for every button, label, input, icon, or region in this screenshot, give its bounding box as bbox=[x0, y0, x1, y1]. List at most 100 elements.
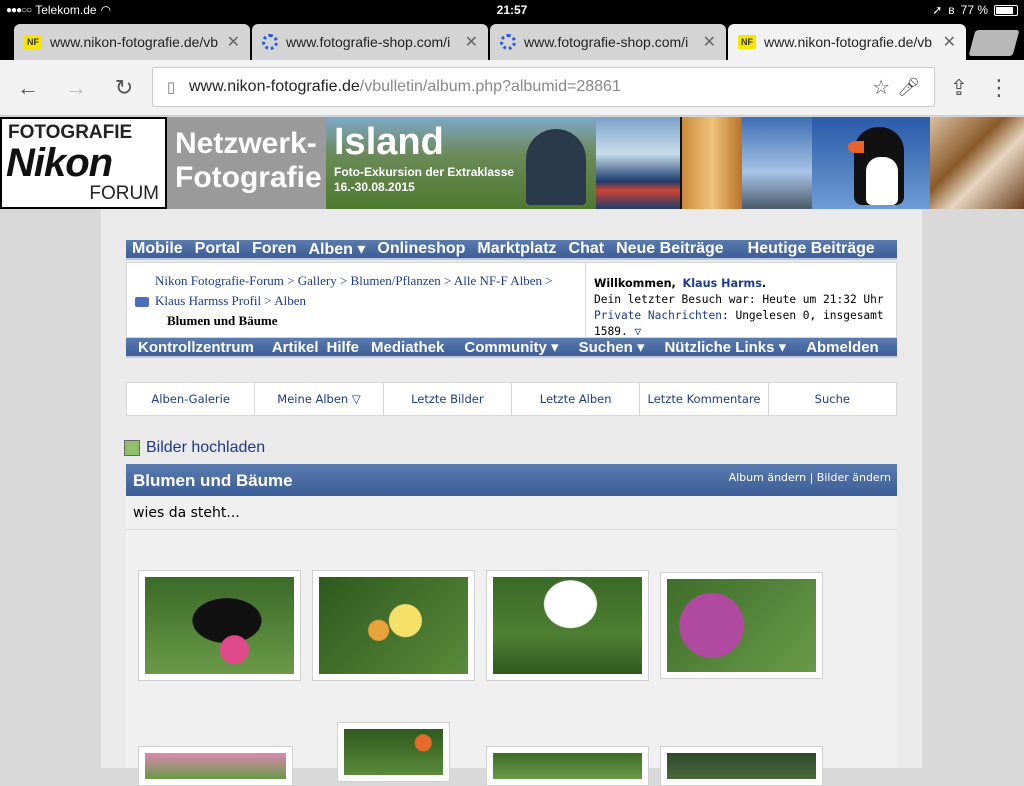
netzwerk-banner[interactable]: Netzwerk- Fotografie bbox=[167, 117, 326, 209]
tab-title: www.fotografie-shop.com/i bbox=[286, 34, 451, 50]
church-photo bbox=[682, 117, 742, 209]
nav-mediathek[interactable]: Mediathek bbox=[371, 339, 444, 356]
tab-meine-alben[interactable]: Meine Alben ▽ bbox=[255, 383, 384, 415]
close-tab-icon[interactable]: ✕ bbox=[465, 32, 478, 52]
island-ad[interactable]: Island Foto-Exkursion der Extraklasse 16… bbox=[326, 117, 596, 209]
nav-chat[interactable]: Chat bbox=[569, 240, 605, 258]
photo-gallery bbox=[126, 530, 897, 786]
address-bar[interactable]: ▯ www.nikon-fotografie.de /vbulletin/alb… bbox=[152, 67, 935, 107]
upload-image-icon bbox=[124, 440, 140, 456]
username-link[interactable]: Klaus Harms bbox=[683, 277, 762, 290]
welcome-greeting: Willkommen, bbox=[594, 277, 676, 290]
loading-favicon-icon bbox=[500, 34, 516, 50]
island-sub2: 16.-30.08.2015 bbox=[334, 180, 415, 194]
site-banner[interactable]: FOTOGRAFIE Nikon FORUM Netzwerk- Fotogra… bbox=[0, 117, 1024, 209]
nav-community[interactable]: Community ▾ bbox=[464, 338, 558, 356]
logo-text-main: Nikon bbox=[6, 141, 113, 185]
nav-abmelden[interactable]: Abmelden bbox=[806, 339, 879, 356]
clock: 21:57 bbox=[496, 3, 528, 17]
browser-tab[interactable]: www.fotografie-shop.com/i ✕ bbox=[490, 24, 726, 60]
secondary-nav: Kontrollzentrum Artikel Hilfe Mediathek … bbox=[126, 338, 897, 358]
browser-tab-active[interactable]: NF www.nikon-fotografie.de/vb ✕ bbox=[728, 24, 966, 60]
close-tab-icon[interactable]: ✕ bbox=[227, 32, 240, 52]
tab-letzte-kommentare[interactable]: Letzte Kommentare bbox=[640, 383, 769, 415]
nav-artikel[interactable]: Artikel bbox=[272, 339, 319, 356]
album-title: Blumen und Bäume bbox=[133, 471, 293, 490]
nav-foren[interactable]: Foren bbox=[252, 240, 296, 258]
browser-tab[interactable]: NF www.nikon-fotografie.de/vb ✕ bbox=[14, 24, 250, 60]
tab-alben-galerie[interactable]: Alben-Galerie bbox=[127, 383, 256, 415]
private-messages-link[interactable]: Private Nachrichten bbox=[594, 309, 722, 322]
url-path: /vbulletin/album.php?albumid=28861 bbox=[359, 78, 621, 95]
nf-favicon-icon: NF bbox=[738, 35, 756, 49]
nav-suchen[interactable]: Suchen ▾ bbox=[579, 338, 645, 356]
netz-line1: Netzwerk- bbox=[175, 127, 317, 160]
close-tab-icon[interactable]: ✕ bbox=[703, 32, 716, 52]
nav-neue-beitraege[interactable]: Neue Beiträge bbox=[616, 240, 724, 258]
nav-heutige-beitraege[interactable]: Heutige Beiträge bbox=[748, 240, 875, 258]
welcome-panel: Willkommen, Klaus Harms. Dein letzter Be… bbox=[585, 263, 897, 338]
netz-line2: Fotografie bbox=[175, 161, 322, 194]
island-sub1: Foto-Exkursion der Extraklasse bbox=[334, 165, 515, 179]
reload-icon[interactable]: ↻ bbox=[111, 76, 137, 100]
breadcrumb-profile[interactable]: Klaus Harmss Profil > Alben bbox=[155, 293, 306, 308]
forward-icon[interactable]: → bbox=[63, 76, 89, 100]
breadcrumb-profile-row: Klaus Harmss Profil > Alben bbox=[135, 291, 567, 311]
album-description: wies da steht... bbox=[126, 496, 897, 530]
browser-tab[interactable]: www.fotografie-shop.com/i ✕ bbox=[252, 24, 488, 60]
logo-text-bottom: FORUM bbox=[89, 183, 159, 204]
album-header: Blumen und Bäume Album ändern | Bilder ä… bbox=[126, 464, 897, 496]
photo-thumbnail[interactable] bbox=[337, 722, 450, 782]
tab-letzte-bilder[interactable]: Letzte Bilder bbox=[384, 383, 512, 415]
close-tab-icon[interactable]: ✕ bbox=[943, 32, 956, 52]
nav-hilfe[interactable]: Hilfe bbox=[327, 339, 360, 356]
back-icon[interactable]: ← bbox=[15, 76, 41, 100]
browser-toolbar: ← → ↻ ▯ www.nikon-fotografie.de /vbullet… bbox=[0, 60, 1024, 116]
nf-favicon-icon: NF bbox=[24, 35, 42, 49]
page-icon: ▯ bbox=[166, 79, 176, 96]
nav-portal[interactable]: Portal bbox=[195, 240, 240, 258]
folder-icon bbox=[135, 297, 149, 308]
photo-thumbnail[interactable] bbox=[138, 746, 293, 786]
upload-link[interactable]: Bilder hochladen bbox=[124, 439, 265, 457]
last-visit: Dein letzter Besuch war: Heute um 21:32 … bbox=[594, 293, 884, 306]
location-icon: ➚ bbox=[932, 3, 943, 17]
photo-thumbnail[interactable] bbox=[486, 570, 649, 681]
main-nav: Mobile Portal Foren Alben ▾ Onlineshop M… bbox=[126, 240, 897, 260]
nav-alben[interactable]: Alben ▾ bbox=[308, 239, 365, 259]
tab-suche[interactable]: Suche bbox=[769, 383, 896, 415]
site-logo[interactable]: FOTOGRAFIE Nikon FORUM bbox=[0, 117, 167, 209]
photo-thumbnail[interactable] bbox=[312, 570, 475, 681]
carrier-label: Telekom.de bbox=[35, 3, 97, 17]
nav-marktplatz[interactable]: Marktplatz bbox=[477, 240, 556, 258]
bluetooth-icon: ʙ bbox=[948, 3, 955, 17]
menu-icon[interactable]: ⋮ bbox=[986, 76, 1012, 100]
photo-thumbnail[interactable] bbox=[660, 572, 823, 679]
battery-icon bbox=[994, 4, 1018, 16]
tab-title: www.fotografie-shop.com/i bbox=[524, 34, 689, 50]
island-title: Island bbox=[334, 121, 444, 163]
nav-nuetzliche-links[interactable]: Nützliche Links ▾ bbox=[664, 338, 786, 356]
signal-icon: ●●●○○ bbox=[6, 4, 32, 16]
album-edit-links[interactable]: Album ändern | Bilder ändern bbox=[729, 471, 891, 484]
nav-kontrollzentrum[interactable]: Kontrollzentrum bbox=[138, 339, 254, 356]
microphone-icon[interactable]: 🎤︎ bbox=[897, 77, 920, 98]
upload-label: Bilder hochladen bbox=[146, 439, 266, 456]
landscape-photo bbox=[930, 117, 1024, 209]
share-icon[interactable]: ⇪ bbox=[946, 76, 972, 100]
dropdown-triangle-icon[interactable]: ▽ bbox=[634, 325, 641, 338]
new-tab-button[interactable] bbox=[968, 30, 1020, 56]
breadcrumb-box: Nikon Fotografie-Forum > Gallery > Blume… bbox=[126, 262, 897, 338]
tab-letzte-alben[interactable]: Letzte Alben bbox=[512, 383, 641, 415]
breadcrumb: Nikon Fotografie-Forum > Gallery > Blume… bbox=[135, 271, 567, 331]
photo-thumbnail[interactable] bbox=[486, 746, 649, 786]
tab-title: www.nikon-fotografie.de/vb bbox=[764, 34, 933, 50]
nav-mobile[interactable]: Mobile bbox=[132, 240, 183, 258]
nav-onlineshop[interactable]: Onlineshop bbox=[377, 240, 465, 258]
breadcrumb-path[interactable]: Nikon Fotografie-Forum > Gallery > Blume… bbox=[135, 271, 567, 291]
wifi-icon: ◠ bbox=[100, 3, 112, 17]
bookmark-star-icon[interactable]: ☆ bbox=[872, 75, 890, 100]
photo-thumbnail[interactable] bbox=[138, 570, 301, 681]
photo-thumbnail[interactable] bbox=[660, 746, 823, 786]
loading-favicon-icon bbox=[262, 34, 278, 50]
